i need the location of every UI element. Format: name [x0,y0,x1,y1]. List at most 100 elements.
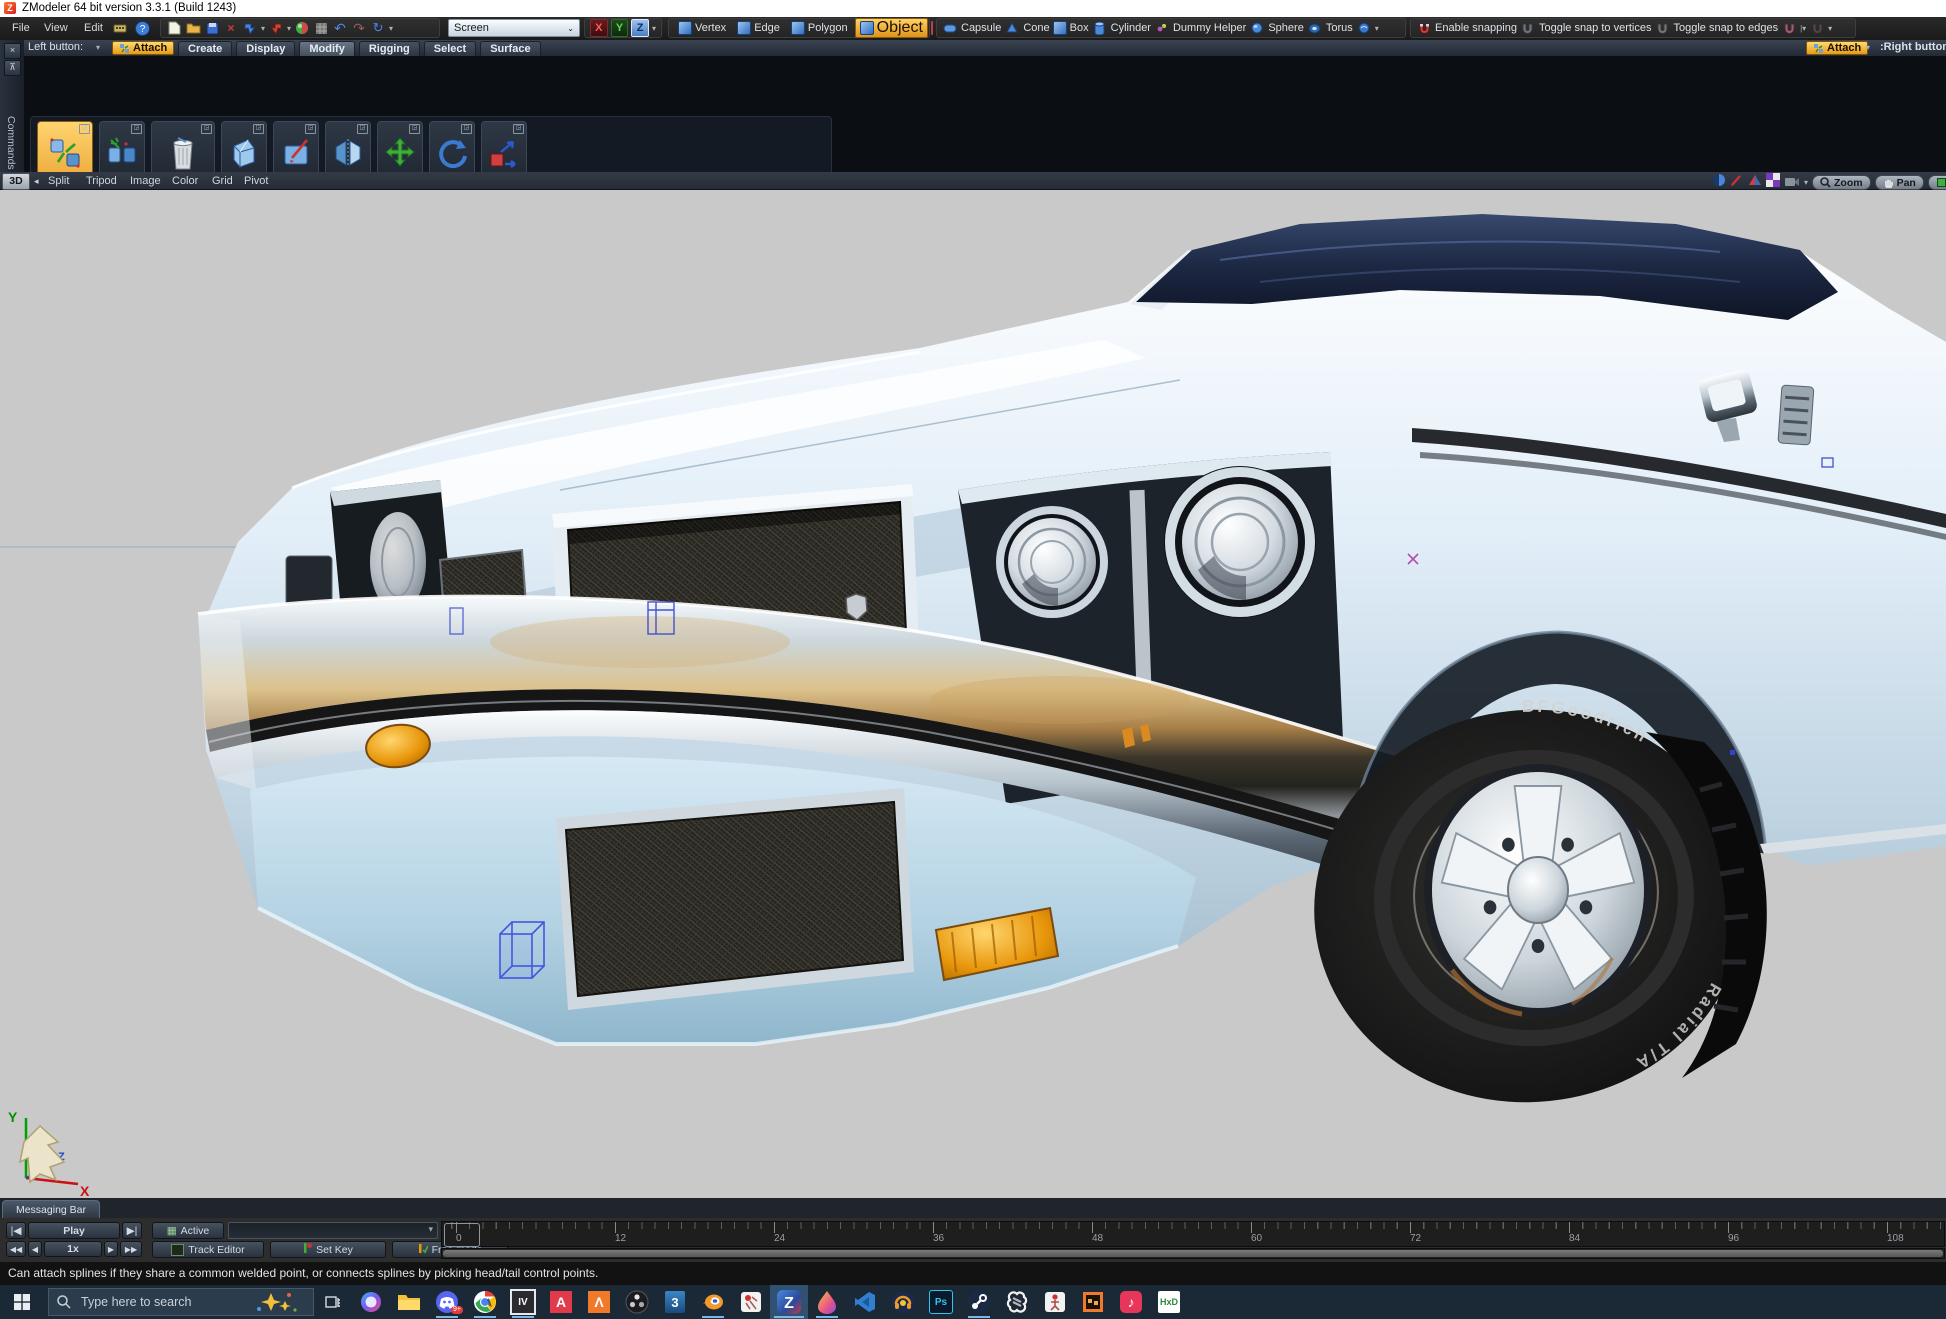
hotkeys-icon[interactable] [112,20,128,36]
menu-file[interactable]: File [8,17,34,40]
viewport-menu-color[interactable]: Color [172,172,198,190]
timeline-scrollbar[interactable] [441,1248,1945,1259]
taskbar-icon-app-red-a[interactable]: A [542,1285,580,1319]
taskbar-icon-steam[interactable] [960,1285,998,1319]
collapse-left-icon[interactable]: ◂ [34,172,39,190]
taskbar-icon-paint-drop[interactable] [808,1285,846,1319]
undo-icon[interactable]: ↶ [332,20,348,36]
expand-corner-icon[interactable]: ◲ [131,124,142,134]
import-dropdown-icon[interactable]: ▾ [261,24,265,33]
primitive-torus[interactable]: Torus [1326,22,1353,34]
tab-modify[interactable]: Modify [299,41,354,57]
viewport-menu-split[interactable]: Split [48,172,69,190]
taskbar-icon-modeling-tool-1[interactable] [732,1285,770,1319]
frame-cursor[interactable] [444,1223,480,1247]
taskbar-icon-discord[interactable]: 9+ [428,1285,466,1319]
play-button[interactable]: Play [28,1222,120,1239]
tab-display[interactable]: Display [236,41,295,57]
track-editor-button[interactable]: Track Editor [152,1241,264,1258]
import-icon[interactable] [242,20,258,36]
expand-corner-icon[interactable]: ◲ [461,124,472,134]
rewind-button[interactable]: ◀◀ [6,1241,26,1257]
toggle-snap-edges-button[interactable]: Toggle snap to edges [1673,22,1778,34]
close-icon[interactable]: × [4,43,21,59]
left-tool-dropdown-icon[interactable]: ▾ [96,43,100,52]
torus-icon[interactable] [1307,20,1323,36]
axis-z-button[interactable]: Z [631,19,649,37]
taskbar-icon-chrome[interactable] [466,1285,504,1319]
primitive-box[interactable]: Box [1070,22,1089,34]
taskbar-icon-chatgpt[interactable] [998,1285,1036,1319]
pan-button[interactable]: Pan [1875,175,1924,190]
camera-icon[interactable] [1784,174,1800,192]
mode-vertex-button[interactable]: Vertex [674,19,730,37]
more-tools-icon[interactable]: ▾ [389,24,393,33]
task-view-button[interactable] [314,1285,352,1319]
capsule-icon[interactable] [942,20,958,36]
taskbar-icon-file-explorer[interactable] [390,1285,428,1319]
primitives-dropdown-icon[interactable]: ▾ [1375,24,1379,33]
axis-x-button[interactable]: X [590,19,608,37]
step-fwd-button[interactable]: ▶ [104,1241,118,1257]
taskbar-icon-vscode[interactable] [846,1285,884,1319]
expand-corner-icon[interactable]: ◲ [357,124,368,134]
search-input[interactable] [79,1294,253,1310]
right-tool-button[interactable]: Attach [1806,41,1868,55]
menu-edit[interactable]: Edit [80,17,107,40]
taskbar-search[interactable] [48,1288,314,1316]
snap-disabled-icon[interactable] [1809,20,1825,36]
camera-dropdown-icon[interactable]: ▾ [1804,178,1808,187]
render-sphere-icon[interactable] [294,20,310,36]
viewport-type-button[interactable]: 3D [2,173,30,190]
axis-y-button[interactable]: Y [611,19,629,37]
export-icon[interactable] [268,20,284,36]
title-bar[interactable]: Z ZModeler 64 bit version 3.3.1 (Build 1… [0,0,1946,17]
toggle-snap-vertices-button[interactable]: Toggle snap to vertices [1539,22,1652,34]
taskbar-icon-blender[interactable] [694,1285,732,1319]
messaging-bar-tab[interactable]: Messaging Bar [2,1200,100,1219]
taskbar-icon-zmodeler[interactable]: Z [770,1285,808,1319]
menu-view[interactable]: View [40,17,72,40]
viewport-menu-grid[interactable]: Grid [212,172,233,190]
viewport-canvas[interactable]: BFGoodrich Radial T/A [0,190,1946,1198]
expand-corner-icon[interactable]: ◲ [253,124,264,134]
expand-corner-icon[interactable]: ◲ [513,124,524,134]
snap-more-icon[interactable]: ▾ [1828,24,1832,33]
cone-icon[interactable] [1004,20,1020,36]
screen-selector[interactable]: Screen ⌄ [448,19,580,37]
car-model[interactable]: BFGoodrich Radial T/A [198,214,1946,1124]
expand-corner-icon[interactable]: ◲ [305,124,316,134]
mode-edge-button[interactable]: Edge [733,19,784,37]
sphere-icon[interactable] [1249,20,1265,36]
refresh-icon[interactable]: ↻ [370,20,386,36]
snap-dropdown-icon[interactable]: |▾ [1800,24,1806,33]
primitive-sphere[interactable]: Sphere [1268,22,1303,34]
active-button[interactable]: ▦Active [152,1222,224,1239]
go-end-button[interactable]: ▶| [122,1222,142,1239]
expand-corner-icon[interactable]: ◲ [201,124,212,134]
viewport-menu-tripod[interactable]: Tripod [86,172,117,190]
export-dropdown-icon[interactable]: ▾ [287,24,291,33]
taskbar-icon-tiktok[interactable]: ♪ [1112,1285,1150,1319]
taskbar-icon-3ds-max[interactable]: 3 [656,1285,694,1319]
set-key-button[interactable]: Set Key [270,1241,386,1258]
viewport-menu-image[interactable]: Image [130,172,161,190]
fit-button[interactable]: Fit [1928,175,1946,190]
animation-select[interactable]: ▾ [228,1222,438,1239]
go-start-button[interactable]: |◀ [6,1222,26,1239]
open-file-icon[interactable] [185,20,201,36]
tab-surface[interactable]: Surface [480,41,540,57]
redo-icon[interactable]: ↷ [351,20,367,36]
fast-fwd-button[interactable]: ▶▶ [120,1241,142,1257]
cylinder-icon[interactable] [1092,20,1108,36]
scrollbar-thumb[interactable] [443,1250,1943,1257]
pin-icon[interactable]: ⊼ [4,60,21,76]
multi-select-icon[interactable] [931,21,933,35]
dummy-helper-icon[interactable] [1154,20,1170,36]
magnet-icon[interactable] [1416,20,1432,36]
expand-corner-icon[interactable]: ◲ [79,124,90,134]
new-file-icon[interactable] [166,20,182,36]
viewport-menu-pivot[interactable]: Pivot [244,172,268,190]
speed-button[interactable]: 1x [44,1241,102,1257]
taskbar-icon-hxd[interactable]: HxD [1150,1285,1188,1319]
